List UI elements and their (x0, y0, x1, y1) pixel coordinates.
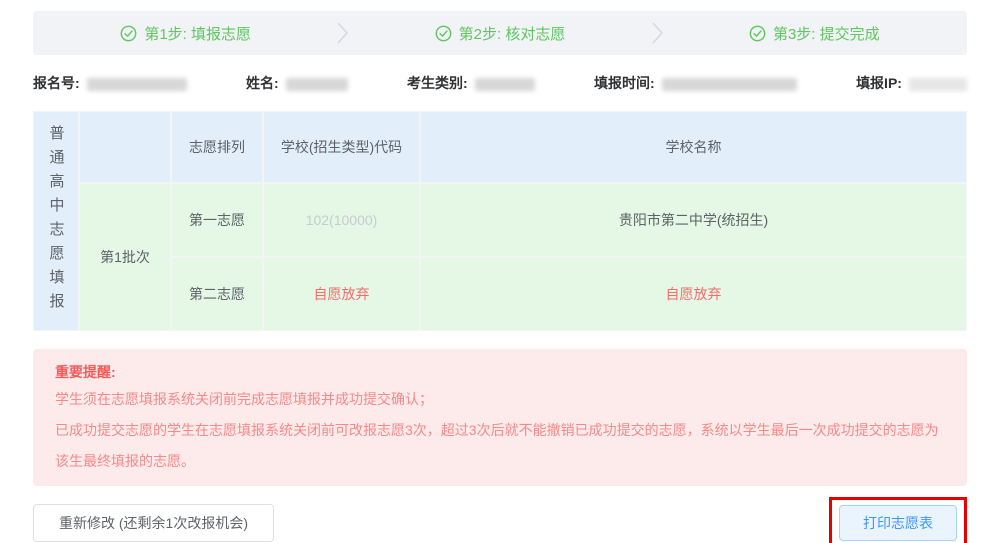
first-choice-code-cell: 102(10000) (264, 184, 419, 256)
second-choice-school-cell: 自愿放弃 (421, 258, 966, 330)
volunteer-confirm-page: 第1步: 填报志愿 第2步: 核对志愿 第3步: 提交完成 报名号: 姓名: 考… (0, 0, 1000, 543)
step-2-label: 第2步: 核对志愿 (459, 23, 566, 44)
header-school-cell: 学校名称 (421, 112, 966, 182)
second-choice-code-cell: 自愿放弃 (264, 258, 419, 330)
info-field-fill-time: 填报时间: (594, 73, 797, 93)
print-button[interactable]: 打印志愿表 (839, 505, 957, 541)
notice-line-1: 学生须在志愿填报系统关闭前完成志愿填报并成功提交确认； (55, 384, 945, 415)
redacted-value (286, 78, 348, 91)
fill-time-label: 填报时间: (594, 75, 655, 91)
info-field-reg-number: 报名号: (33, 73, 187, 93)
info-field-name: 姓名: (246, 73, 348, 93)
first-choice-school-cell: 贵阳市第二中学(统招生) (421, 184, 966, 256)
stepper: 第1步: 填报志愿 第2步: 核对志愿 第3步: 提交完成 (33, 11, 967, 55)
circle-check-icon (435, 25, 452, 42)
step-3: 第3步: 提交完成 (662, 23, 967, 44)
circle-check-icon (120, 25, 137, 42)
redacted-value (662, 78, 797, 91)
annotation-highlight-box: 打印志愿表 (829, 497, 967, 543)
step-1-label: 第1步: 填报志愿 (144, 23, 251, 44)
candidate-type-label: 考生类别: (407, 75, 468, 91)
first-choice-rank-cell: 第一志愿 (172, 184, 262, 256)
batch-cell: 第1批次 (80, 184, 170, 330)
important-notice: 重要提醒: 学生须在志愿填报系统关闭前完成志愿填报并成功提交确认； 已成功提交志… (33, 349, 967, 486)
fill-ip-label: 填报IP: (856, 75, 902, 91)
step-2: 第2步: 核对志愿 (347, 23, 652, 44)
student-info-bar: 报名号: 姓名: 考生类别: 填报时间: 填报IP: (33, 69, 967, 97)
actions-row: 重新修改 (还剩余1次改报机会) 打印志愿表 (33, 497, 967, 543)
notice-title: 重要提醒: (55, 360, 945, 384)
redacted-value (475, 78, 535, 91)
step-3-label: 第3步: 提交完成 (773, 23, 880, 44)
redacted-value (87, 78, 187, 91)
info-field-candidate-type: 考生类别: (407, 73, 535, 93)
second-choice-rank-cell: 第二志愿 (172, 258, 262, 330)
info-field-fill-ip: 填报IP: (856, 73, 967, 93)
notice-line-2: 已成功提交志愿的学生在志愿填报系统关闭前可改报志愿3次，超过3次后就不能撤销已成… (55, 415, 945, 477)
step-1: 第1步: 填报志愿 (33, 23, 338, 44)
redacted-value (909, 78, 967, 91)
reg-number-label: 报名号: (33, 75, 80, 91)
circle-check-icon (749, 25, 766, 42)
table-group-title-cell: 普通高中志愿填报 (34, 112, 78, 330)
header-code-cell: 学校(招生类型)代码 (264, 112, 419, 182)
modify-button[interactable]: 重新修改 (还剩余1次改报机会) (33, 504, 274, 542)
header-batch-empty-cell (80, 112, 170, 182)
table-group-title: 普通高中志愿填报 (46, 125, 67, 317)
header-rank-cell: 志愿排列 (172, 112, 262, 182)
name-label: 姓名: (246, 75, 279, 91)
volunteer-table: 普通高中志愿填报 志愿排列 学校(招生类型)代码 学校名称 第1批次 第一志愿 … (33, 111, 967, 331)
